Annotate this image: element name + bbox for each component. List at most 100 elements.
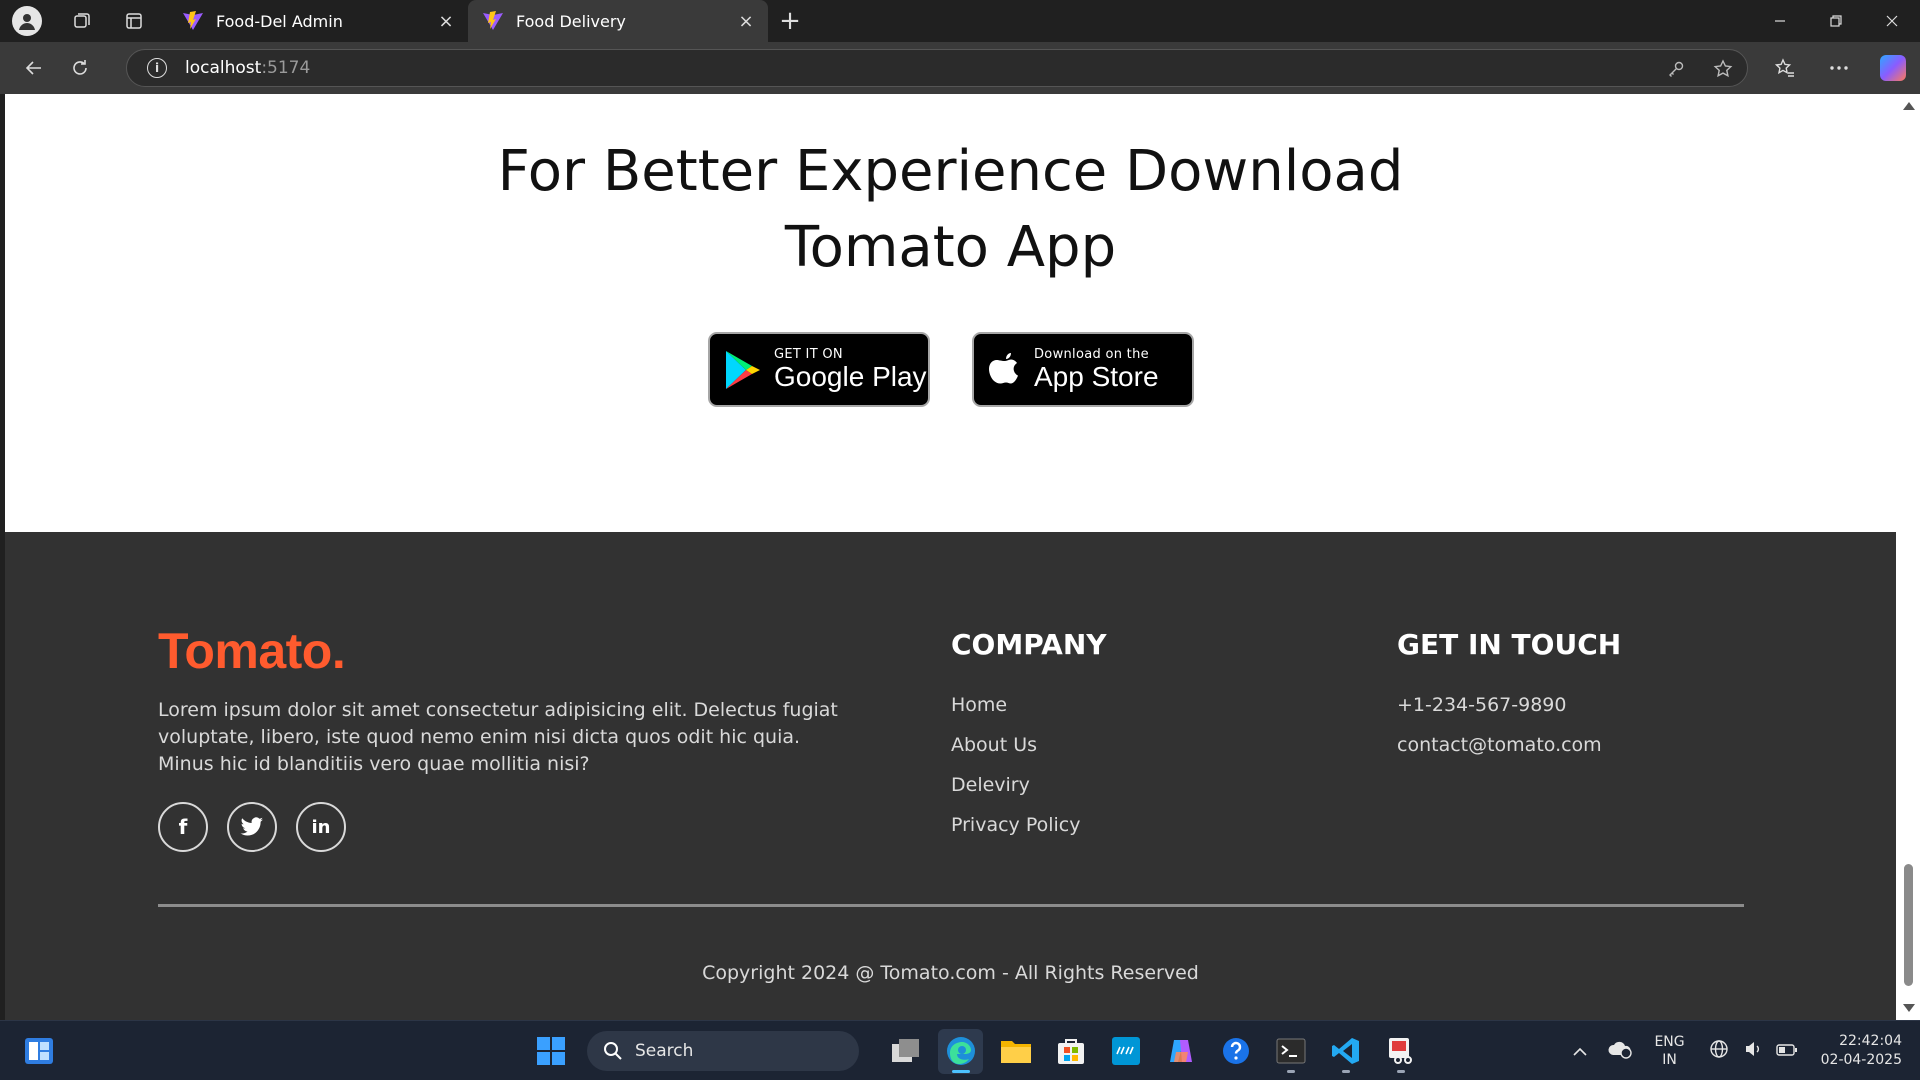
taskbar-file-explorer[interactable]: [993, 1029, 1038, 1074]
globe-icon: [1709, 1039, 1728, 1058]
new-tab-button[interactable]: +: [768, 0, 812, 42]
refresh-button[interactable]: [58, 48, 102, 88]
more-options-button[interactable]: [1812, 48, 1866, 88]
browser-tab-bar: Food-Del Admin × Food Delivery × +: [0, 0, 1920, 42]
edge-browser-icon: [946, 1037, 975, 1065]
snipping-tool-icon: [1388, 1038, 1412, 1064]
app-store-small-text: Download on the: [1034, 347, 1149, 362]
address-input[interactable]: i localhost:5174: [126, 49, 1748, 87]
taskbar-myhp[interactable]: [1103, 1029, 1148, 1074]
tab-title: Food-Del Admin: [216, 11, 343, 31]
clock[interactable]: 22:42:04 02-04-2025: [1821, 1032, 1902, 1070]
page-scrollbar[interactable]: [1896, 94, 1920, 1020]
tab-actions-icon: [126, 13, 142, 29]
linkedin-icon: in: [311, 816, 331, 838]
vertical-tabs-button[interactable]: [114, 0, 154, 42]
footer-link-about-us[interactable]: About Us: [951, 732, 1080, 772]
footer-link-privacy-policy[interactable]: Privacy Policy: [951, 812, 1080, 852]
taskbar-copilot[interactable]: [1158, 1029, 1203, 1074]
widgets-icon[interactable]: [24, 1037, 54, 1065]
page-viewport: For Better Experience Download Tomato Ap…: [5, 94, 1896, 1020]
network-button[interactable]: [1699, 1039, 1739, 1064]
windows-logo-icon: [536, 1037, 565, 1065]
lang-line-2: IN: [1662, 1052, 1677, 1068]
facebook-icon: f: [178, 815, 188, 839]
copilot-icon: [1880, 55, 1906, 81]
scroll-up-icon[interactable]: [1903, 102, 1915, 110]
active-indicator: [952, 1069, 970, 1073]
address-bar-row: i localhost:5174: [0, 42, 1920, 94]
chevron-up-icon: [1573, 1047, 1588, 1056]
google-play-big-text: Google Play: [774, 361, 927, 392]
running-indicator: [1397, 1069, 1405, 1073]
scroll-down-icon[interactable]: [1903, 1004, 1915, 1012]
taskbar-snipping-tool[interactable]: [1378, 1029, 1423, 1074]
task-view-icon: [891, 1039, 919, 1062]
browser-toolbar-right: [1758, 42, 1920, 94]
taskbar-apps: Search: [528, 1027, 1423, 1075]
help-icon: [1222, 1038, 1249, 1064]
onedrive-button[interactable]: [1600, 1039, 1640, 1064]
minimize-icon: [1775, 20, 1785, 22]
google-play-button[interactable]: GET IT ON Google Play: [708, 332, 930, 407]
tab-food-delivery[interactable]: Food Delivery ×: [468, 0, 768, 42]
app-store-button[interactable]: Download on the App Store: [972, 332, 1194, 407]
apple-icon: [989, 352, 1018, 383]
app-download-title: For Better Experience Download Tomato Ap…: [5, 134, 1896, 286]
taskbar-store[interactable]: [1048, 1029, 1093, 1074]
running-indicator: [1287, 1069, 1295, 1073]
scrollbar-thumb[interactable]: [1904, 864, 1913, 986]
site-info-icon[interactable]: i: [147, 58, 167, 78]
copilot-button[interactable]: [1866, 48, 1920, 88]
close-window-button[interactable]: [1864, 0, 1920, 42]
taskbar-help[interactable]: [1213, 1029, 1258, 1074]
battery-button[interactable]: [1767, 1041, 1807, 1062]
tab-food-del-admin[interactable]: Food-Del Admin ×: [168, 0, 468, 42]
google-play-icon: [726, 350, 760, 389]
favorite-star-icon[interactable]: [1713, 59, 1733, 79]
social-links: f in: [158, 802, 346, 852]
running-indicator: [1342, 1069, 1350, 1073]
more-dots-icon: [1830, 66, 1848, 70]
taskbar-vscode[interactable]: [1323, 1029, 1368, 1074]
vscode-icon: [1331, 1038, 1359, 1064]
favorites-button[interactable]: [1758, 48, 1812, 88]
footer-link-delivery[interactable]: Deleviry: [951, 772, 1080, 812]
volume-button[interactable]: [1739, 1040, 1767, 1063]
close-tab-icon[interactable]: ×: [734, 11, 758, 32]
linkedin-button[interactable]: in: [296, 802, 346, 852]
footer-link-home[interactable]: Home: [951, 692, 1080, 732]
store-icon: [1057, 1039, 1084, 1064]
taskbar-search[interactable]: Search: [587, 1031, 859, 1071]
taskbar-terminal[interactable]: [1268, 1029, 1313, 1074]
start-button[interactable]: [528, 1029, 573, 1074]
terminal-icon: [1276, 1038, 1305, 1064]
task-view-button[interactable]: [883, 1029, 928, 1074]
close-tab-icon[interactable]: ×: [434, 11, 458, 32]
restore-button[interactable]: [1808, 0, 1864, 42]
restore-icon: [1830, 15, 1842, 27]
onedrive-icon: [1608, 1041, 1633, 1059]
person-icon: [19, 14, 35, 30]
minimize-button[interactable]: [1752, 0, 1808, 42]
facebook-button[interactable]: f: [158, 802, 208, 852]
battery-icon: [1775, 1043, 1797, 1056]
key-icon[interactable]: [1667, 60, 1685, 78]
profile-avatar[interactable]: [12, 6, 42, 36]
arrow-left-icon: [25, 61, 41, 75]
company-heading: COMPANY: [951, 628, 1107, 661]
folder-icon: [1000, 1041, 1031, 1063]
workspaces-button[interactable]: [62, 0, 102, 42]
back-button[interactable]: [12, 48, 56, 88]
title-line-2: Tomato App: [784, 215, 1117, 280]
footer-brand-logo[interactable]: Tomato.: [158, 622, 346, 680]
input-language[interactable]: ENG IN: [1654, 1033, 1684, 1069]
contact-heading: GET IN TOUCH: [1397, 628, 1622, 661]
twitter-button[interactable]: [227, 802, 277, 852]
taskbar-edge[interactable]: [938, 1028, 983, 1074]
window-controls: [1752, 0, 1920, 42]
company-links: Home About Us Deleviry Privacy Policy: [951, 692, 1080, 852]
close-icon: [1886, 15, 1898, 27]
clock-time: 22:42:04: [1839, 1033, 1902, 1049]
show-hidden-icons-button[interactable]: [1560, 1041, 1600, 1062]
